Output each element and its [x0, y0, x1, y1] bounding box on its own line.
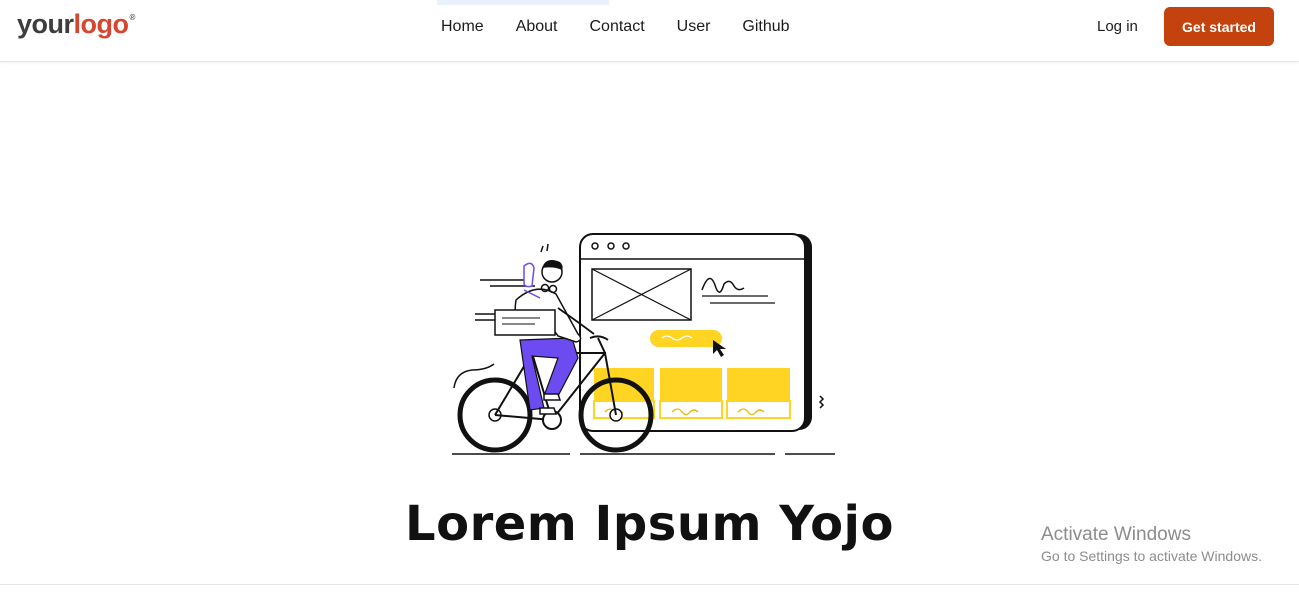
windows-activation-watermark: Activate Windows Go to Settings to activ…	[1041, 524, 1262, 566]
section-divider	[0, 584, 1299, 585]
watermark-title: Activate Windows	[1041, 524, 1191, 545]
nav-link-home[interactable]: Home	[441, 17, 484, 37]
nav-link-github[interactable]: Github	[742, 17, 789, 37]
cyclist-delivery-illustration	[452, 233, 835, 455]
main-nav: Home About Contact User Github	[441, 17, 790, 37]
registered-mark: ®	[129, 13, 136, 22]
top-highlight-strip	[437, 0, 609, 5]
nav-link-about[interactable]: About	[516, 17, 558, 37]
login-link[interactable]: Log in	[1097, 18, 1138, 36]
get-started-button[interactable]: Get started	[1164, 7, 1274, 46]
logo-word-your: your	[17, 9, 74, 39]
top-navbar: yourlogo® Home About Contact User Github…	[0, 0, 1299, 62]
logo-word-logo: logo	[73, 9, 129, 39]
brand-logo[interactable]: yourlogo®	[17, 9, 135, 40]
nav-link-user[interactable]: User	[677, 17, 711, 37]
nav-link-contact[interactable]: Contact	[590, 17, 645, 37]
watermark-subtitle: Go to Settings to activate Windows.	[1041, 548, 1262, 564]
page: yourlogo® Home About Contact User Github…	[0, 0, 1299, 595]
